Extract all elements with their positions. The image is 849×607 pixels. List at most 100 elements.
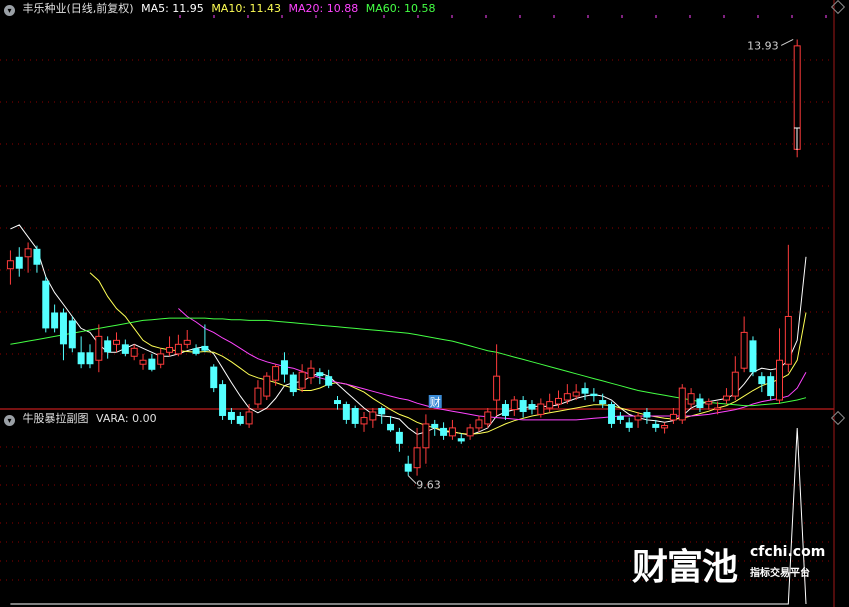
candle-body: [448, 427, 456, 437]
candle: [113, 332, 120, 353]
candle-body: [236, 415, 244, 424]
candle-body: [121, 344, 129, 354]
chevron-down-icon[interactable]: ▾: [4, 5, 15, 16]
candle: [501, 400, 509, 420]
candle-body: [599, 400, 607, 405]
candle-body: [528, 404, 536, 410]
candle: [342, 401, 350, 424]
candle: [236, 411, 244, 426]
candle-body: [183, 339, 191, 345]
candle: [784, 244, 792, 373]
candle-body: [95, 335, 103, 361]
candle-body: [510, 399, 518, 411]
candle: [678, 384, 686, 424]
candle-body: [210, 366, 218, 389]
candle: [86, 344, 94, 369]
candle: [59, 308, 67, 361]
candle-body: [581, 388, 589, 394]
candle-body: [395, 431, 403, 444]
candle-body: [687, 393, 695, 405]
candle: [174, 334, 182, 357]
watermark: 财富池 cfchi.com 指标交易平台: [632, 538, 825, 590]
candle: [219, 380, 227, 420]
candle-body: [404, 463, 412, 472]
candle: [731, 356, 739, 401]
candle: [413, 427, 421, 476]
candle-body: [749, 340, 757, 373]
kline-chart[interactable]: 13.939.63财涨: [0, 0, 849, 607]
candle: [395, 427, 403, 452]
candle-body: [272, 366, 280, 381]
candle: [466, 423, 474, 440]
candle: [227, 408, 235, 424]
candle-body: [316, 372, 324, 377]
candle-body: [174, 343, 182, 355]
candle-body: [219, 384, 227, 416]
candle: [608, 401, 616, 428]
candle-body: [24, 248, 32, 258]
candle: [360, 411, 368, 432]
candle: [307, 360, 315, 385]
candle: [298, 364, 306, 393]
candle: [280, 352, 288, 383]
candle-body: [740, 331, 748, 369]
candle: [475, 415, 483, 432]
candle-body: [616, 415, 624, 420]
candle: [289, 372, 297, 397]
candle-body: [634, 415, 642, 421]
candle: [749, 336, 757, 377]
candle-body: [51, 312, 59, 329]
candle-body: [608, 404, 616, 424]
candle-body: [113, 339, 120, 345]
grid-lines: [0, 15, 834, 581]
candle-body: [280, 360, 288, 375]
candle: [254, 380, 262, 408]
candle: [661, 422, 669, 434]
candle-body: [192, 348, 200, 354]
candle: [590, 388, 598, 402]
candle-body: [15, 256, 23, 269]
candle: [210, 364, 218, 393]
candle-body: [493, 375, 501, 401]
candle: [776, 328, 783, 405]
ma5-line: [10, 224, 807, 436]
candle: [634, 411, 642, 428]
candle: [95, 324, 103, 373]
chevron-down-icon[interactable]: ▾: [4, 415, 15, 426]
ma20-label: MA20: 10.88: [288, 2, 359, 15]
candle: [722, 388, 730, 405]
candle-body: [387, 423, 395, 431]
candle: [130, 344, 138, 361]
candle-body: [590, 393, 598, 397]
candle: [369, 408, 377, 428]
candle: [528, 400, 536, 415]
candle: [316, 368, 324, 385]
candle: [616, 411, 624, 424]
candle-body: [148, 358, 156, 370]
candle-body: [351, 408, 359, 424]
ma-lines: [10, 224, 807, 436]
candle-body: [130, 347, 138, 357]
watermark-brand: 财富池: [632, 547, 738, 588]
candle-body: [714, 407, 722, 411]
ma60-label: MA60: 10.58: [365, 2, 436, 15]
vara-value: VARA: 0.00: [96, 412, 157, 425]
candle-body: [263, 375, 271, 397]
candle: [42, 276, 50, 333]
indicator-name: 牛股暴拉副图: [22, 412, 89, 425]
candle: [68, 316, 76, 353]
candle-body: [625, 422, 633, 428]
candle: [493, 344, 501, 416]
ma10-label: MA10: 11.43: [211, 2, 282, 15]
high-price-label: 13.93: [747, 39, 779, 52]
candle: [767, 372, 775, 401]
candle: [157, 348, 165, 369]
candle-body: [784, 315, 792, 365]
candle: [334, 396, 341, 410]
candle-body: [501, 404, 509, 416]
candle: [643, 408, 651, 424]
candle: [183, 330, 191, 349]
candle-body: [705, 401, 713, 405]
watermark-sub: 指标交易平台: [750, 568, 810, 579]
candle: [6, 250, 14, 285]
